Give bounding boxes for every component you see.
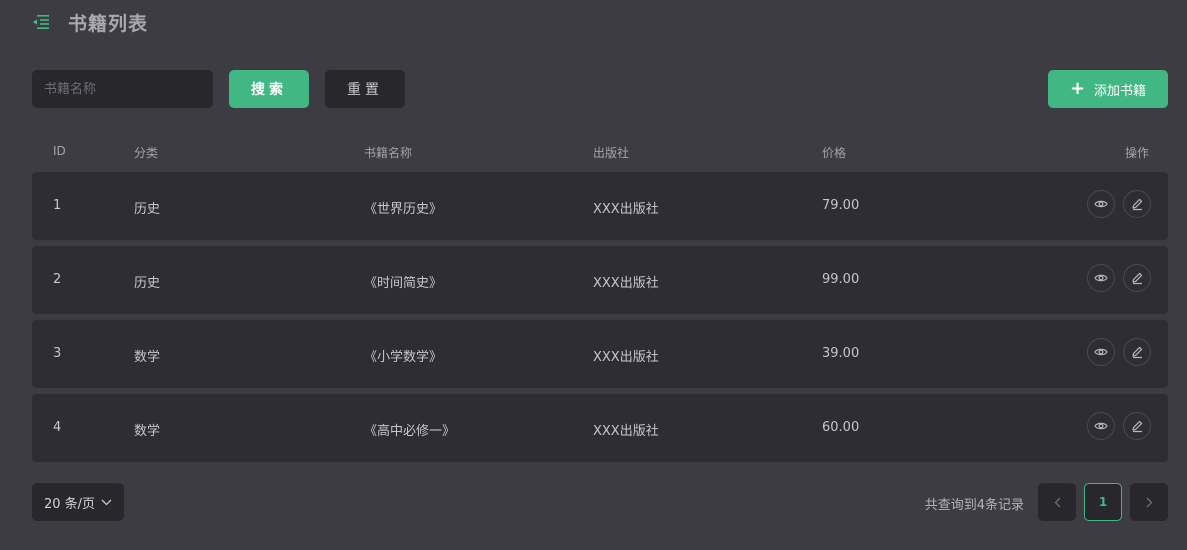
cell-price: 60.00 (822, 420, 860, 435)
toolbar: 搜索 重置 + 添加书籍 (32, 70, 1168, 108)
cell-category: 历史 (134, 202, 161, 217)
eye-icon (1094, 348, 1108, 356)
row-actions (1087, 412, 1151, 440)
cell-category: 数学 (134, 424, 161, 439)
view-button[interactable] (1087, 190, 1115, 218)
pagination-bar: 20 条/页 共查询到4条记录 1 (32, 483, 1168, 521)
eye-icon (1094, 274, 1108, 282)
view-button[interactable] (1087, 264, 1115, 292)
column-header-id: ID (53, 144, 66, 158)
column-header-name: 书籍名称 (364, 146, 413, 160)
cell-publisher: XXX出版社 (593, 424, 659, 439)
cell-id: 2 (53, 272, 62, 287)
page-size-value: 20 条/页 (43, 496, 96, 512)
page-number-button[interactable]: 1 (1084, 483, 1122, 521)
next-page-button[interactable] (1130, 483, 1168, 521)
cell-category: 数学 (134, 350, 161, 365)
chevron-right-icon (1146, 497, 1152, 507)
column-header-category: 分类 (134, 146, 159, 160)
cell-id: 1 (53, 198, 62, 213)
book-name-search-input[interactable] (32, 70, 213, 108)
cell-publisher: XXX出版社 (593, 350, 659, 365)
eye-icon (1094, 200, 1108, 208)
edit-button[interactable] (1123, 190, 1151, 218)
add-book-label: 添加书籍 (1094, 83, 1147, 99)
table-row: 1 历史 《世界历史》 XXX出版社 79.00 (32, 172, 1168, 240)
cell-price: 99.00 (822, 272, 860, 287)
reset-button[interactable]: 重置 (325, 70, 405, 108)
cell-name: 《世界历史》 (364, 202, 443, 217)
page-title: 书籍列表 (68, 12, 149, 35)
row-actions (1087, 190, 1151, 218)
search-button[interactable]: 搜索 (229, 70, 309, 108)
books-table: ID 分类 书籍名称 出版社 价格 操作 1 历史 《世界历史》 XXX出版社 … (32, 136, 1168, 462)
cell-name: 《时间简史》 (364, 276, 443, 291)
total-records-text: 共查询到4条记录 (924, 498, 1024, 513)
column-header-actions: 操作 (1124, 146, 1149, 160)
pencil-icon (1132, 346, 1143, 359)
view-button[interactable] (1087, 412, 1115, 440)
table-row: 3 数学 《小学数学》 XXX出版社 39.00 (32, 320, 1168, 388)
page-header: 书籍列表 (32, 8, 148, 36)
plus-icon: + (1069, 78, 1086, 99)
prev-page-button[interactable] (1038, 483, 1076, 521)
edit-button[interactable] (1123, 412, 1151, 440)
column-header-price: 价格 (822, 146, 847, 160)
eye-icon (1094, 422, 1108, 430)
cell-name: 《小学数学》 (364, 350, 443, 365)
pencil-icon (1132, 420, 1143, 433)
edit-button[interactable] (1123, 338, 1151, 366)
pencil-icon (1132, 198, 1143, 211)
edit-button[interactable] (1123, 264, 1151, 292)
cell-publisher: XXX出版社 (593, 276, 659, 291)
chevron-left-icon (1054, 497, 1060, 507)
table-row: 4 数学 《高中必修一》 XXX出版社 60.00 (32, 394, 1168, 462)
chevron-down-icon (101, 499, 112, 505)
column-header-publisher: 出版社 (593, 146, 630, 160)
page-size-select[interactable]: 20 条/页 (32, 483, 124, 521)
table-header: ID 分类 书籍名称 出版社 价格 操作 (32, 136, 1168, 168)
cell-id: 4 (53, 420, 62, 435)
cell-name: 《高中必修一》 (364, 424, 456, 439)
table-row: 2 历史 《时间简史》 XXX出版社 99.00 (32, 246, 1168, 314)
cell-category: 历史 (134, 276, 161, 291)
cell-id: 3 (53, 346, 62, 361)
add-book-button[interactable]: + 添加书籍 (1048, 70, 1168, 108)
menu-fold-icon[interactable] (32, 13, 50, 31)
row-actions (1087, 338, 1151, 366)
cell-price: 79.00 (822, 198, 860, 213)
cell-publisher: XXX出版社 (593, 202, 659, 217)
cell-price: 39.00 (822, 346, 860, 361)
view-button[interactable] (1087, 338, 1115, 366)
row-actions (1087, 264, 1151, 292)
pencil-icon (1132, 272, 1143, 285)
